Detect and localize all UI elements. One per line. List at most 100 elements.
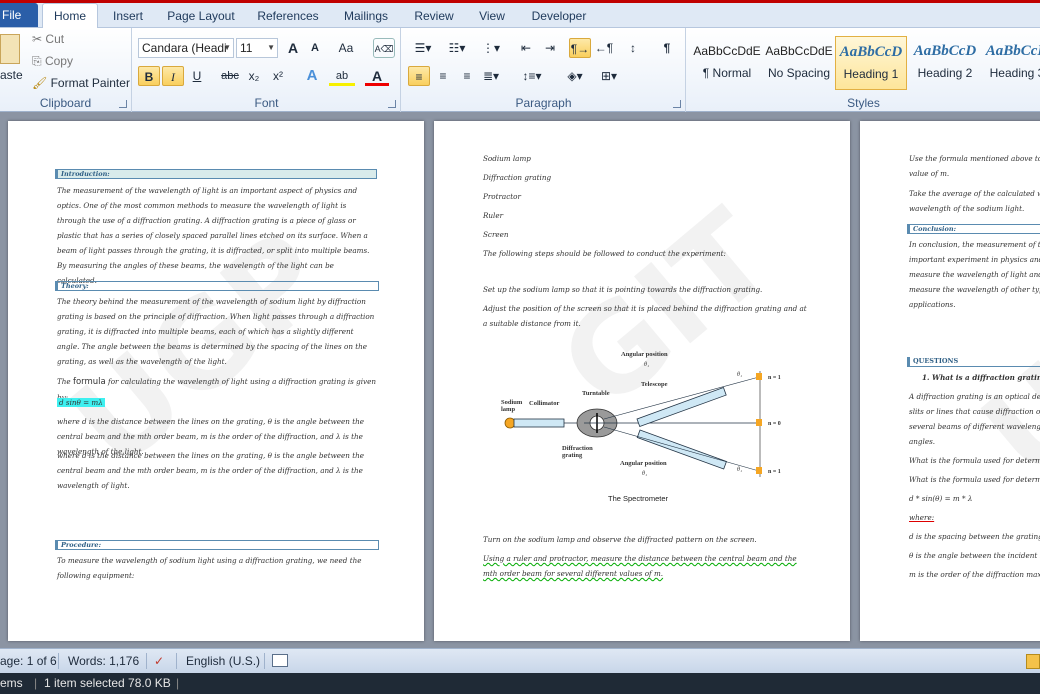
clear-formatting-icon[interactable]: A⌫ — [373, 38, 395, 58]
font-name-combo[interactable]: Candara (Headi ▼ — [138, 38, 234, 58]
diagram-caption: The Spectrometer — [608, 494, 669, 503]
tab-view[interactable]: View — [475, 5, 509, 27]
order-zero-marker — [756, 419, 762, 426]
text-effects-icon[interactable]: A — [301, 66, 323, 86]
decrease-indent-icon[interactable]: ⇤ — [515, 38, 537, 58]
conclusion-line: applications. — [909, 300, 956, 309]
tab-mailings[interactable]: Mailings — [339, 5, 393, 27]
multilevel-list-icon[interactable]: ⋮▾ — [476, 38, 506, 58]
question-1: 1. What is a diffraction grating — [922, 373, 1040, 382]
language-indicator[interactable]: English (U.S.) — [186, 654, 260, 668]
style-no-spacing[interactable]: AaBbCcDdE No Spacing — [763, 36, 835, 90]
theory-paragraph: The theory behind the measurement of the… — [57, 297, 375, 366]
style-heading-1[interactable]: AaBbCcD Heading 1 — [835, 36, 907, 90]
spectrometer-diagram: Angular position θ₁ Telescope Turntable … — [501, 351, 781, 503]
superscript-button[interactable]: x² — [267, 66, 289, 86]
increase-indent-icon[interactable]: ⇥ — [539, 38, 561, 58]
grow-font-button[interactable]: A — [282, 38, 304, 58]
rtl-direction-icon[interactable]: ←¶ — [593, 38, 615, 58]
macro-record-icon[interactable] — [272, 654, 288, 667]
ltr-direction-icon[interactable]: ¶→ — [569, 38, 591, 58]
style-heading-2[interactable]: AaBbCcD Heading 2 — [909, 36, 981, 90]
tab-review[interactable]: Review — [411, 5, 457, 27]
formula-intro: The formula for calculating the waveleng… — [57, 377, 376, 402]
format-painter-button[interactable]: 🖌 Format Painter — [32, 76, 130, 90]
brush-icon: 🖌 — [32, 76, 48, 90]
subscript-button[interactable]: x₂ — [243, 66, 265, 86]
clipboard-group: aste ✂ Cut ⎘ Copy 🖌 Format Painter Clipb… — [0, 28, 132, 112]
telescope-upper — [636, 387, 727, 428]
change-case-button[interactable]: Aa — [333, 38, 359, 58]
strikethrough-button[interactable]: abc — [219, 66, 241, 86]
numbering-icon[interactable]: ☷▾ — [442, 38, 472, 58]
lamp-label: lamp — [501, 406, 515, 413]
paste-button[interactable]: aste — [0, 68, 23, 82]
underline-button[interactable]: U — [186, 66, 208, 86]
bold-button[interactable]: B — [138, 66, 160, 86]
italic-button[interactable]: I — [162, 66, 184, 86]
tab-home[interactable]: Home — [42, 3, 98, 29]
window-accent — [0, 0, 1040, 3]
styles-label: Styles — [847, 96, 880, 110]
step-2: Adjust the position of the screen so tha… — [483, 304, 807, 328]
justify-icon[interactable]: ≣▾ — [480, 66, 502, 86]
p3-line-3: Take the average of the calculated wav — [909, 189, 1040, 198]
highlight-button[interactable]: ab — [329, 66, 355, 86]
question-2: What is the formula used for determini — [909, 456, 1040, 465]
style-normal[interactable]: AaBbCcDdE ¶ Normal — [691, 36, 763, 90]
conclusion-line: measure the wavelength of other types — [909, 285, 1040, 294]
style-heading-3[interactable]: AaBbCcD Heading 3 — [981, 36, 1040, 90]
paste-icon[interactable] — [0, 34, 20, 64]
grating-label: grating — [562, 452, 583, 459]
page-count[interactable]: age: 1 of 6 — [0, 654, 57, 668]
selection-info: 1 item selected 78.0 KB — [44, 676, 171, 690]
order-minus-label: n = 1 — [768, 469, 781, 475]
question-3: What is the formula used for determini — [909, 475, 1040, 484]
telescope-label: Telescope — [641, 381, 668, 388]
shading-icon[interactable]: ◈▾ — [560, 66, 590, 86]
steps-intro: The following steps should be followed t… — [483, 249, 726, 258]
tab-developer[interactable]: Developer — [528, 5, 590, 27]
shrink-font-button[interactable]: A — [304, 38, 326, 58]
cut-button[interactable]: ✂ Cut — [32, 32, 64, 46]
equipment-item: Sodium lamp — [483, 154, 531, 163]
page-3[interactable]: UR Use the formula mentioned above to ca… — [860, 121, 1040, 641]
font-launcher-icon[interactable] — [388, 100, 396, 108]
view-layout-icon[interactable] — [1026, 654, 1040, 669]
document-area[interactable]: UGP Introduction: The measurement of the… — [0, 113, 1040, 648]
order-plus-marker — [756, 373, 762, 380]
p3-line-4: wavelength of the sodium light. — [909, 204, 1025, 213]
styles-group: AaBbCcDdE ¶ Normal AaBbCcDdE No Spacing … — [687, 28, 1040, 112]
font-size-combo[interactable]: 11 ▼ — [236, 38, 278, 58]
theta-top-label: θ₁ — [644, 362, 649, 368]
word-count[interactable]: Words: 1,176 — [68, 654, 139, 668]
page-1[interactable]: UGP Introduction: The measurement of the… — [8, 121, 424, 641]
where-paragraph-2: where d is the distance between the line… — [57, 451, 364, 490]
tab-file[interactable]: File — [0, 3, 38, 27]
tab-references[interactable]: References — [256, 5, 320, 27]
step-1: Set up the sodium lamp so that it is poi… — [483, 285, 763, 294]
paragraph-launcher-icon[interactable] — [673, 100, 681, 108]
line-spacing-icon[interactable]: ↕≡▾ — [518, 66, 546, 86]
borders-icon[interactable]: ⊞▾ — [594, 66, 624, 86]
theta-definition: θ is the angle between the incident ligh — [909, 551, 1040, 560]
show-marks-button[interactable]: ¶ — [656, 38, 678, 58]
theta-bottom-label: θ₁ — [642, 471, 647, 477]
align-center-icon[interactable]: ≡ — [432, 66, 454, 86]
align-left-icon[interactable]: ≡ — [408, 66, 430, 86]
sort-icon[interactable]: ↕ — [622, 38, 644, 58]
collimator-label: Collimator — [529, 400, 559, 407]
clipboard-launcher-icon[interactable] — [119, 100, 127, 108]
tab-insert[interactable]: Insert — [108, 5, 148, 27]
status-separator — [146, 653, 147, 669]
page-2[interactable]: GIT Sodium lamp Diffraction grating Prot… — [434, 121, 850, 641]
intro-paragraph: The measurement of the wavelength of lig… — [57, 186, 370, 285]
proofing-icon[interactable]: ✓ — [154, 654, 164, 668]
explorer-status-strip: ems | 1 item selected 78.0 KB | — [0, 673, 1040, 694]
align-right-icon[interactable]: ≡ — [456, 66, 478, 86]
font-color-button[interactable]: A — [365, 66, 389, 86]
tab-page-layout[interactable]: Page Layout — [164, 5, 238, 27]
answer-line: A diffraction grating is an optical devi… — [909, 392, 1040, 401]
copy-button[interactable]: ⎘ Copy — [32, 54, 73, 69]
bullets-icon[interactable]: ☰▾ — [408, 38, 438, 58]
